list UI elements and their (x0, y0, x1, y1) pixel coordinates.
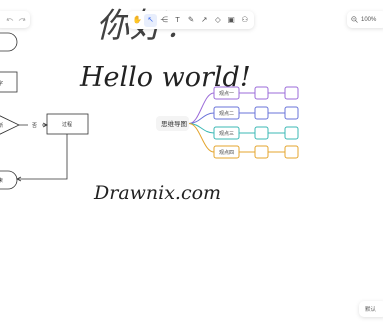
mind-tool[interactable]: ⋲ (158, 14, 170, 27)
selection-tool[interactable]: ↖ (144, 13, 157, 27)
mindmap-subtopic-node[interactable] (284, 126, 299, 140)
flow-no-label: 否 (32, 123, 37, 129)
mindmap-topic-label: 观点二 (219, 111, 234, 117)
extra-tool[interactable]: ⚇ (239, 14, 251, 27)
mind-map-icon: ⋲ (160, 15, 168, 25)
pen-tool[interactable]: ✎ (185, 14, 197, 27)
theme-selector[interactable]: 默认 (359, 301, 383, 317)
image-icon: ▣ (227, 15, 235, 25)
mindmap-subtopic-node[interactable] (254, 126, 269, 140)
flow-start-node[interactable] (0, 32, 18, 52)
mindmap-subtopic-node[interactable] (254, 86, 269, 100)
drawing-canvas[interactable]: 你好！ Hello world! Drawnix.com 否 过程 字 断 束 … (0, 0, 383, 328)
extra-tools-icon: ⚇ (241, 15, 249, 25)
image-tool[interactable]: ▣ (225, 14, 237, 27)
shape-icon: ◇ (214, 15, 221, 25)
mindmap-branch-line (188, 92, 215, 124)
theme-label: 默认 (365, 307, 377, 313)
undo-icon (6, 17, 14, 21)
pointer-icon: ↖ (147, 15, 154, 25)
pen-icon: ✎ (187, 15, 195, 25)
main-toolbar: ✋ ↖ ⋲ T ✎ ↗ ◇ ▣ ⚇ (128, 11, 254, 29)
mindmap-topic-label: 观点四 (219, 150, 234, 156)
flow-input-label: 字 (0, 80, 3, 87)
mindmap[interactable]: 思维导图 观点一观点二观点三观点四 (156, 86, 299, 159)
hand-tool[interactable]: ✋ (131, 14, 143, 27)
undo-button[interactable] (5, 14, 15, 26)
hand-icon: ✋ (132, 15, 142, 25)
flow-end-label: 束 (0, 178, 3, 184)
mindmap-root-label: 思维导图 (161, 119, 187, 128)
arrow-icon: ↗ (201, 15, 208, 25)
zoom-panel: 100% (347, 11, 383, 28)
redo-button[interactable] (17, 14, 27, 26)
redo-icon (18, 17, 26, 21)
mindmap-subtopic-node[interactable] (284, 145, 299, 159)
canvas-svg: 你好！ Hello world! Drawnix.com 否 过程 字 断 束 … (0, 6, 299, 204)
mindmap-subtopic-node[interactable] (254, 145, 269, 159)
mindmap-subtopic-node[interactable] (254, 106, 269, 120)
mindmap-subtopic-node[interactable] (284, 86, 299, 100)
mindmap-topic-label: 观点三 (219, 131, 234, 137)
text-tool[interactable]: T (171, 14, 183, 27)
mindmap-subtopic-node[interactable] (284, 106, 299, 120)
flow-process-label: 过程 (62, 121, 72, 128)
history-panel (0, 11, 30, 28)
handwriting-drawnix[interactable]: Drawnix.com (93, 182, 221, 204)
zoom-level[interactable]: 100% (361, 17, 376, 23)
shape-tool[interactable]: ◇ (212, 14, 224, 27)
flow-decision-label: 断 (0, 122, 3, 129)
text-icon: T (175, 15, 180, 25)
zoom-out-icon[interactable] (351, 16, 358, 23)
arrow-tool[interactable]: ↗ (198, 14, 210, 27)
flowchart[interactable] (0, 32, 89, 190)
mindmap-topic-label: 观点一 (219, 91, 234, 97)
flow-arrow-loop[interactable] (18, 134, 68, 180)
